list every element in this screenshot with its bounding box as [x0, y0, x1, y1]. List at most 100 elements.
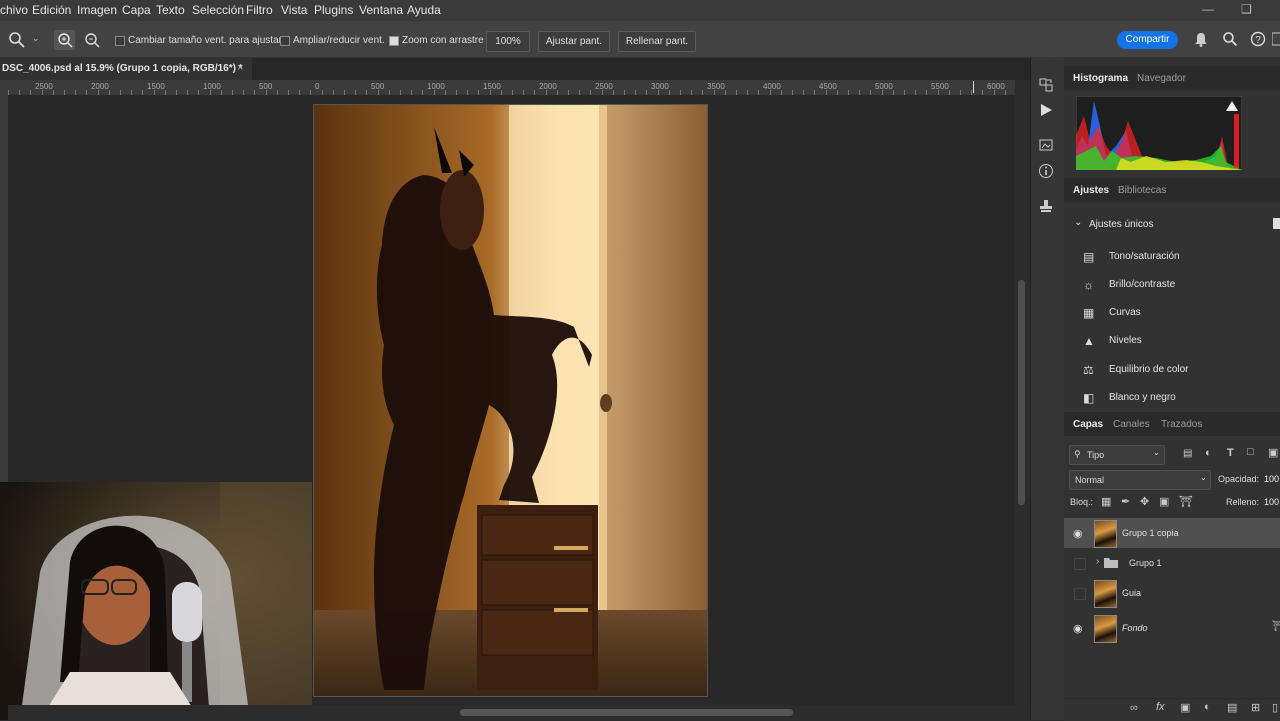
filter-shape-icon[interactable]: □ [1247, 446, 1254, 458]
lock-move-icon[interactable]: ✥ [1140, 495, 1149, 508]
adjustment-brightness-contrast[interactable]: ☼ Brillo/contraste [1083, 277, 1263, 295]
add-mask-icon[interactable]: ▣ [1180, 701, 1190, 714]
zoom-out-button[interactable] [81, 30, 102, 50]
menu-help[interactable]: Ayuda [407, 3, 441, 17]
ruler-label: 1000 [427, 82, 445, 91]
fill-value[interactable]: 100 [1264, 497, 1279, 507]
tab-channels[interactable]: Canales [1113, 419, 1150, 430]
close-tab-icon[interactable]: × [237, 62, 243, 74]
menu-image[interactable]: Imagen [77, 3, 117, 17]
scrubby-zoom-checkbox[interactable] [389, 36, 399, 46]
tab-adjustments[interactable]: Ajustes [1073, 185, 1109, 196]
zoom-in-button[interactable] [54, 30, 75, 50]
lock-brush-icon[interactable]: ✒ [1121, 495, 1130, 508]
adjustments-tabs: Ajustes Bibliotecas [1064, 178, 1280, 202]
fit-screen-button[interactable]: Ajustar pant. [538, 31, 610, 52]
help-icon[interactable]: ? [1250, 31, 1266, 47]
new-group-icon[interactable]: ▤ [1227, 701, 1237, 714]
zoom-all-checkbox[interactable] [280, 36, 290, 46]
zoom-in-icon [58, 33, 73, 48]
eye-icon[interactable]: ◉ [1073, 622, 1085, 635]
document-photo[interactable] [313, 104, 708, 697]
menu-window[interactable]: Ventana [359, 3, 403, 17]
menu-edit[interactable]: Edición [32, 3, 71, 17]
layer-row-grupo-1-copia[interactable]: ◉ Grupo 1 copia [1064, 518, 1280, 548]
share-button[interactable]: Compartir [1117, 31, 1178, 49]
adjustment-black-white[interactable]: ◧ Blanco y negro [1083, 390, 1263, 408]
tab-histogram[interactable]: Histograma [1073, 73, 1128, 84]
delete-layer-icon[interactable]: ▯ [1272, 701, 1278, 714]
vertical-scroll-thumb[interactable] [1018, 280, 1025, 505]
zoom-value-field[interactable]: 100% [486, 31, 530, 52]
layer-row-fondo[interactable]: ◉ Fondo ⛩ [1064, 613, 1280, 643]
visibility-toggle[interactable] [1074, 588, 1086, 600]
adjustment-color-balance[interactable]: ⚖ Equilibrio de color [1083, 362, 1263, 380]
minimize-icon[interactable]: — [1202, 2, 1214, 16]
properties-icon[interactable] [1038, 137, 1054, 153]
history-icon[interactable] [1038, 77, 1054, 93]
play-icon[interactable] [1038, 102, 1054, 118]
adjustment-curves[interactable]: ▦ Curvas [1083, 305, 1263, 323]
menu-filter[interactable]: Filtro [246, 3, 273, 17]
filter-type-icon[interactable]: T [1227, 447, 1234, 459]
tab-paths[interactable]: Trazados [1161, 419, 1202, 430]
panel-menu-icon[interactable] [1273, 218, 1280, 229]
layer-row-grupo-1[interactable]: › Grupo 1 [1064, 548, 1280, 578]
search-icon: ⚲ [1074, 449, 1081, 459]
clone-source-icon[interactable] [1038, 198, 1054, 214]
document-tab[interactable]: DSC_4006.psd al 15.9% (Grupo 1 copia, RG… [0, 58, 252, 80]
tab-libraries[interactable]: Bibliotecas [1118, 185, 1166, 196]
horizontal-scroll-thumb[interactable] [460, 709, 793, 716]
lock-artboard-icon[interactable]: ▣ [1159, 495, 1169, 508]
chevron-down-icon: ⌄ [1200, 473, 1207, 482]
ruler-label: 3500 [707, 82, 725, 91]
blend-mode-value: Normal [1075, 475, 1105, 485]
adjustment-hue-saturation[interactable]: ▤ Tono/saturación [1083, 249, 1263, 267]
menu-view[interactable]: Vista [281, 3, 307, 17]
adjustment-levels[interactable]: ▲ Niveles [1083, 333, 1263, 351]
resize-windows-checkbox[interactable] [115, 36, 125, 46]
search-icon[interactable] [1222, 31, 1238, 47]
chevron-right-icon[interactable]: › [1096, 556, 1099, 567]
filter-image-icon[interactable]: ▤ [1183, 448, 1192, 459]
new-adjustment-icon[interactable]: ◐ [1204, 701, 1211, 713]
new-layer-icon[interactable]: ⊞ [1251, 701, 1260, 714]
adjust-section-title[interactable]: Ajustes únicos [1089, 219, 1153, 230]
link-layers-icon[interactable]: ∞ [1130, 702, 1138, 714]
tab-layers[interactable]: Capas [1073, 419, 1103, 430]
workspace-icon[interactable] [1272, 32, 1280, 46]
filter-smart-object-icon[interactable]: ▣ [1268, 446, 1278, 459]
menu-file[interactable]: chivo [0, 3, 28, 17]
fx-icon[interactable]: fx [1156, 701, 1165, 713]
opacity-value[interactable]: 100 [1264, 474, 1279, 484]
visibility-toggle[interactable] [1074, 558, 1086, 570]
menu-layer[interactable]: Capa [122, 3, 151, 17]
menu-plugins[interactable]: Plugins [314, 3, 353, 17]
hue-saturation-icon: ▤ [1083, 250, 1095, 264]
info-icon[interactable] [1038, 163, 1054, 179]
fill-screen-button[interactable]: Rellenar pant. [618, 31, 696, 52]
bell-icon[interactable] [1193, 31, 1209, 47]
curves-icon: ▦ [1083, 306, 1095, 320]
histogram-graph [1076, 96, 1242, 170]
lock-transparency-icon[interactable]: ▦ [1101, 495, 1111, 508]
svg-text:?: ? [1255, 35, 1261, 46]
menu-select[interactable]: Selección [192, 3, 244, 17]
layer-filter-select[interactable]: ⚲ Tipo ⌄ [1069, 445, 1165, 465]
options-bar: ⌄ Cambiar tamaño vent. para ajustar Ampl… [0, 21, 1280, 58]
chevron-down-icon[interactable]: ⌄ [1074, 217, 1082, 228]
chevron-down-icon[interactable]: ⌄ [32, 33, 40, 44]
adjustment-label: Equilibrio de color [1109, 364, 1189, 375]
layer-row-guia[interactable]: Guia [1064, 578, 1280, 608]
ruler-label: 5000 [875, 82, 893, 91]
menu-type[interactable]: Texto [156, 3, 185, 17]
tab-navigator[interactable]: Navegador [1137, 73, 1186, 84]
scrubby-zoom-label: Zoom con arrastre [402, 35, 484, 46]
fill-label: Relleno: [1226, 497, 1260, 507]
lock-all-icon[interactable]: ⛩ [1179, 495, 1193, 508]
restore-icon[interactable]: ❑ [1241, 2, 1252, 16]
blend-mode-select[interactable]: Normal ⌄ [1069, 470, 1211, 490]
zoom-tool-icon[interactable] [8, 31, 26, 49]
filter-adjustment-icon[interactable]: ◐ [1205, 447, 1212, 459]
eye-icon[interactable]: ◉ [1073, 527, 1085, 540]
